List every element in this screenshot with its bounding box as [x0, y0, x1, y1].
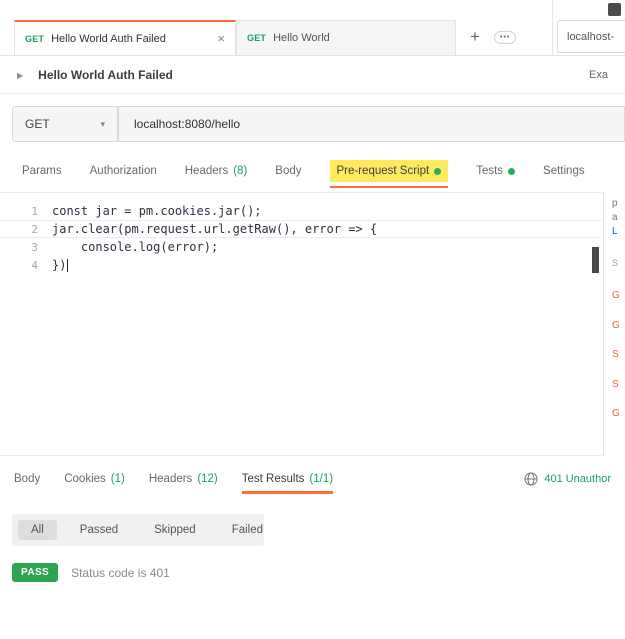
tab-tests[interactable]: Tests	[476, 165, 516, 177]
code-line: 3 console.log(error);	[0, 238, 602, 256]
method-label: GET	[247, 33, 267, 43]
tab-count: (12)	[197, 472, 218, 485]
snippet-fragment[interactable]: S	[612, 379, 619, 390]
tab-bar: GET Hello World Auth Failed × GET Hello …	[0, 0, 625, 56]
code-line: 2 jar.clear(pm.request.url.getRaw(), err…	[0, 220, 602, 238]
snippet-fragment[interactable]: S	[612, 349, 619, 360]
tab-headers[interactable]: Headers (8)	[185, 165, 248, 177]
tab-label: Tests	[476, 165, 504, 177]
method-label: GET	[25, 33, 45, 44]
filter-failed[interactable]: Failed	[219, 520, 276, 540]
request-title: Hello World Auth Failed	[38, 68, 173, 82]
code-text: })	[52, 258, 67, 272]
code-text: console.log(error);	[52, 240, 219, 254]
tab-body[interactable]: Body	[275, 165, 301, 177]
snippets-panel: p a L S G G S S G	[603, 192, 625, 456]
request-tabs: Params Authorization Headers (8) Body Pr…	[0, 150, 625, 192]
test-result-row: PASS Status code is 401	[12, 563, 170, 582]
text-cursor	[67, 258, 69, 272]
snippet-fragment: p	[612, 198, 618, 209]
line-number: 2	[31, 222, 38, 236]
tab-count: (8)	[233, 165, 248, 177]
response-tab-cookies[interactable]: Cookies (1)	[64, 473, 125, 485]
chevron-down-icon: ▾	[100, 118, 105, 129]
corner-icon[interactable]	[608, 3, 621, 16]
test-result-text: Status code is 401	[71, 565, 170, 580]
filter-passed[interactable]: Passed	[67, 520, 131, 540]
response-meta: 401 Unauthor	[524, 472, 611, 486]
tab-label: Headers	[148, 472, 193, 485]
method-value: GET	[25, 117, 50, 131]
close-tab-icon[interactable]: ×	[217, 32, 225, 45]
code-text: const jar = pm.cookies.jar();	[52, 204, 262, 218]
tab-pre-request-script[interactable]: Pre-request Script	[329, 160, 449, 188]
response-tab-body[interactable]: Body	[14, 473, 40, 485]
line-number: 4	[31, 258, 38, 272]
snippet-fragment: a	[612, 212, 618, 223]
response-tabs: Body Cookies (1) Headers (12) Test Resul…	[0, 456, 625, 501]
code-editor[interactable]: 1 const jar = pm.cookies.jar(); 2 jar.cl…	[0, 192, 602, 456]
response-tab-headers[interactable]: Headers (12)	[149, 473, 218, 485]
request-tab[interactable]: GET Hello World	[236, 20, 456, 56]
tab-label: Test Results	[241, 472, 305, 485]
green-dot	[508, 167, 516, 175]
code-line: 1 const jar = pm.cookies.jar();	[0, 202, 602, 220]
globe-icon	[524, 472, 538, 485]
green-dot	[434, 167, 442, 175]
response-tab-test-results[interactable]: Test Results (1/1)	[241, 472, 334, 494]
more-tabs-button[interactable]: •••	[494, 31, 517, 44]
snippet-fragment[interactable]: G	[612, 320, 620, 331]
tab-count: (1)	[110, 472, 125, 485]
pass-badge: PASS	[12, 563, 59, 582]
line-number: 1	[31, 204, 38, 218]
editor-scrollbar-thumb[interactable]	[592, 247, 599, 273]
url-value: localhost:8080/hello	[134, 117, 241, 131]
tab-title: Hello World Auth Failed	[51, 32, 166, 45]
url-input[interactable]: localhost:8080/hello	[118, 106, 625, 142]
tab-label: Headers	[184, 165, 229, 177]
examples-button[interactable]: Exa	[589, 69, 608, 81]
code-line: 4 })	[0, 256, 602, 274]
collapse-request-icon[interactable]: ▶	[17, 71, 23, 80]
environment-selector[interactable]: localhost-	[557, 20, 625, 53]
postman-app: GET Hello World Auth Failed × GET Hello …	[0, 0, 625, 639]
url-bar: GET ▾ localhost:8080/hello	[12, 104, 625, 144]
request-header: ▶ Hello World Auth Failed Exa	[0, 57, 625, 94]
snippet-fragment[interactable]: L	[612, 226, 618, 237]
response-status: 401 Unauthor	[544, 472, 611, 485]
snippet-fragment[interactable]: G	[612, 408, 620, 419]
tab-title: Hello World	[273, 32, 330, 44]
new-tab-button[interactable]: +	[470, 27, 480, 47]
snippet-fragment: S	[612, 258, 619, 268]
method-dropdown[interactable]: GET ▾	[12, 106, 118, 142]
filter-skipped[interactable]: Skipped	[141, 520, 209, 540]
line-number: 3	[31, 240, 38, 254]
tab-label: Pre-request Script	[336, 165, 430, 177]
code-text: jar.clear(pm.request.url.getRaw(), error…	[52, 222, 378, 236]
snippet-fragment[interactable]: G	[612, 290, 620, 301]
divider	[552, 0, 553, 56]
request-tab[interactable]: GET Hello World Auth Failed ×	[14, 20, 236, 56]
tab-params[interactable]: Params	[22, 165, 62, 177]
filter-all[interactable]: All	[18, 520, 57, 540]
tab-authorization[interactable]: Authorization	[90, 165, 157, 177]
tab-settings[interactable]: Settings	[543, 165, 585, 177]
tab-count: (1/1)	[309, 472, 334, 485]
test-result-filters: All Passed Skipped Failed	[12, 514, 264, 546]
tab-label: Cookies	[64, 472, 106, 485]
